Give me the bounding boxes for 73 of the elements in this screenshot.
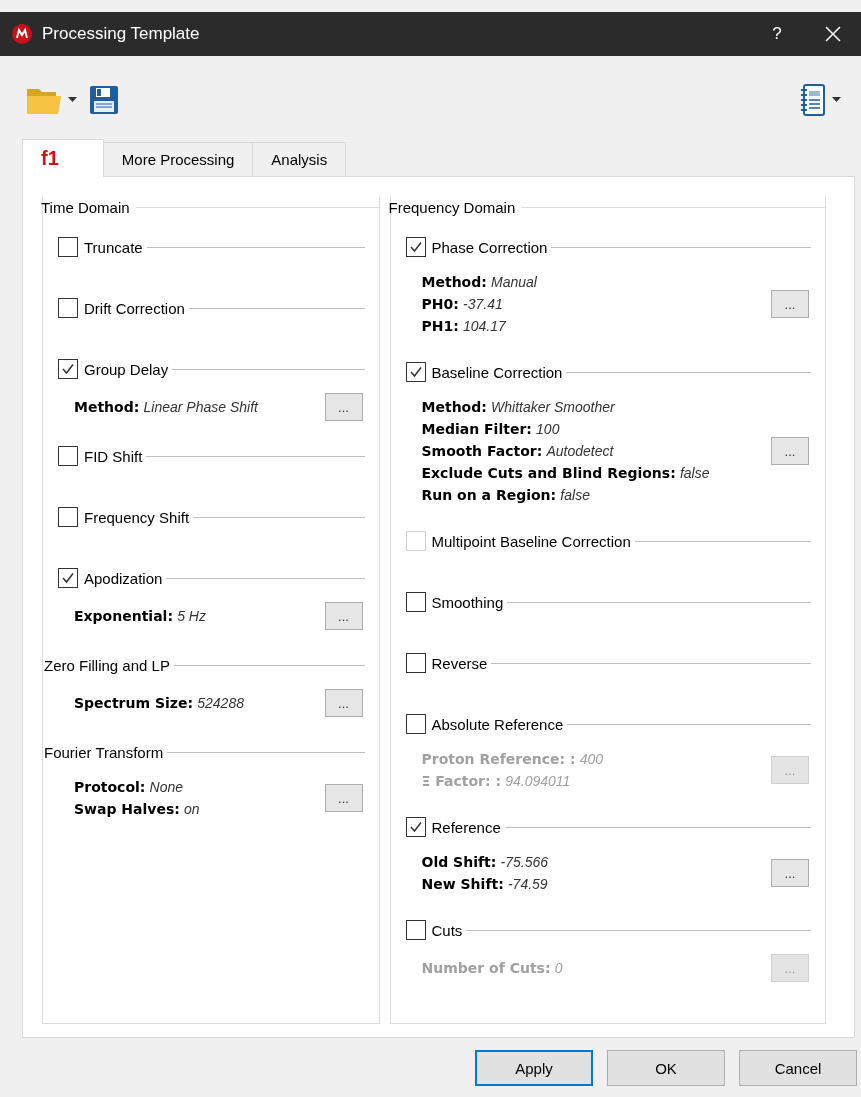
checkbox-label[interactable]: FID Shift [84, 447, 143, 465]
checkbox-label[interactable]: Phase Correction [431, 238, 548, 256]
close-icon [824, 25, 842, 43]
checkbox[interactable] [58, 568, 78, 588]
setting-text: Spectrum Size: 524288 [74, 694, 245, 713]
setting-text: Method: Linear Phase Shift [74, 398, 260, 417]
setting-text: Smooth Factor: Autodetect [421, 442, 615, 461]
checkbox-label[interactable]: Reference [431, 818, 501, 836]
group-title: Frequency Domain [388, 198, 517, 216]
app-logo-icon [12, 24, 32, 44]
settings-button[interactable]: ... [324, 784, 363, 812]
setting-text: New Shift: -74.59 [421, 875, 549, 894]
checkmark-icon [408, 240, 423, 254]
checkmark-icon [61, 362, 75, 376]
checkbox-label[interactable]: Reverse [431, 654, 488, 672]
dialog-button[interactable]: OK [607, 1050, 725, 1086]
settings-button[interactable]: ... [771, 437, 809, 465]
checkbox-label[interactable]: Group Delay [84, 360, 169, 378]
dialog-button[interactable]: Apply [475, 1050, 593, 1086]
setting-text: Protocol: None [74, 778, 185, 797]
setting-text: Median Filter: 100 [421, 420, 561, 439]
section-label: Zero Filling and LP [44, 656, 170, 674]
checkbox-label[interactable]: Baseline Correction [431, 363, 563, 381]
checkbox[interactable] [405, 817, 426, 837]
checkbox[interactable] [405, 714, 426, 734]
checkbox-label[interactable]: Smoothing [431, 593, 504, 611]
checkbox-label[interactable]: Absolute Reference [431, 715, 564, 733]
setting-text: PH0: -37.41 [421, 295, 504, 314]
checkbox-label[interactable]: Truncate [84, 238, 143, 256]
setting-text: Swap Halves: on [74, 800, 201, 819]
setting-text: Method: Whittaker Smoother [421, 398, 616, 417]
checkbox[interactable] [405, 237, 426, 257]
checkbox[interactable] [405, 653, 426, 673]
setting-text: Method: Manual [421, 273, 538, 292]
settings-button[interactable]: ... [771, 290, 809, 318]
setting-text: Proton Reference: : 400 [421, 750, 605, 769]
setting-text: Number of Cuts: 0 [421, 959, 564, 978]
checkbox[interactable] [58, 298, 78, 318]
checkbox[interactable] [405, 592, 426, 612]
section-label: Fourier Transform [44, 743, 164, 761]
checkmark-icon [408, 365, 423, 379]
checkbox[interactable] [58, 359, 78, 379]
group-title: Time Domain [41, 198, 131, 216]
checkbox-label[interactable]: Cuts [431, 921, 463, 939]
checkbox-label[interactable]: Drift Correction [84, 299, 185, 317]
dialog-button[interactable]: Cancel [739, 1050, 857, 1086]
settings-button[interactable]: ... [324, 689, 363, 717]
caret-icon [68, 97, 77, 103]
setting-text: Ξ Factor: : 94.094011 [421, 772, 572, 791]
checkbox[interactable] [58, 237, 78, 257]
setting-text: PH1: 104.17 [421, 317, 507, 336]
window-title: Processing Template [42, 24, 201, 44]
checkbox[interactable] [405, 920, 426, 940]
tab[interactable]: Analysis [252, 142, 347, 176]
setting-text: Old Shift: -75.566 [421, 853, 549, 872]
tab[interactable]: f1 [22, 139, 104, 177]
settings-button[interactable]: ... [324, 393, 363, 421]
help-button[interactable]: ? [749, 12, 805, 56]
setting-text: Exclude Cuts and Blind Regions: false [421, 464, 711, 483]
settings-button[interactable]: ... [324, 602, 363, 630]
save-button[interactable] [89, 85, 119, 115]
checkbox[interactable] [405, 362, 426, 382]
checkmark-icon [408, 820, 423, 834]
checkbox[interactable] [58, 507, 78, 527]
checkmark-icon [61, 571, 75, 585]
setting-text: Exponential: 5 Hz [74, 607, 207, 626]
checkbox[interactable] [58, 446, 78, 466]
caret-icon [832, 97, 841, 103]
checkbox-label[interactable]: Apodization [84, 569, 163, 587]
setting-text: Run on a Region: false [421, 486, 591, 505]
settings-button[interactable]: ... [771, 859, 809, 887]
notebook-button[interactable] [800, 84, 841, 116]
checkbox-label[interactable]: Frequency Shift [84, 508, 190, 526]
